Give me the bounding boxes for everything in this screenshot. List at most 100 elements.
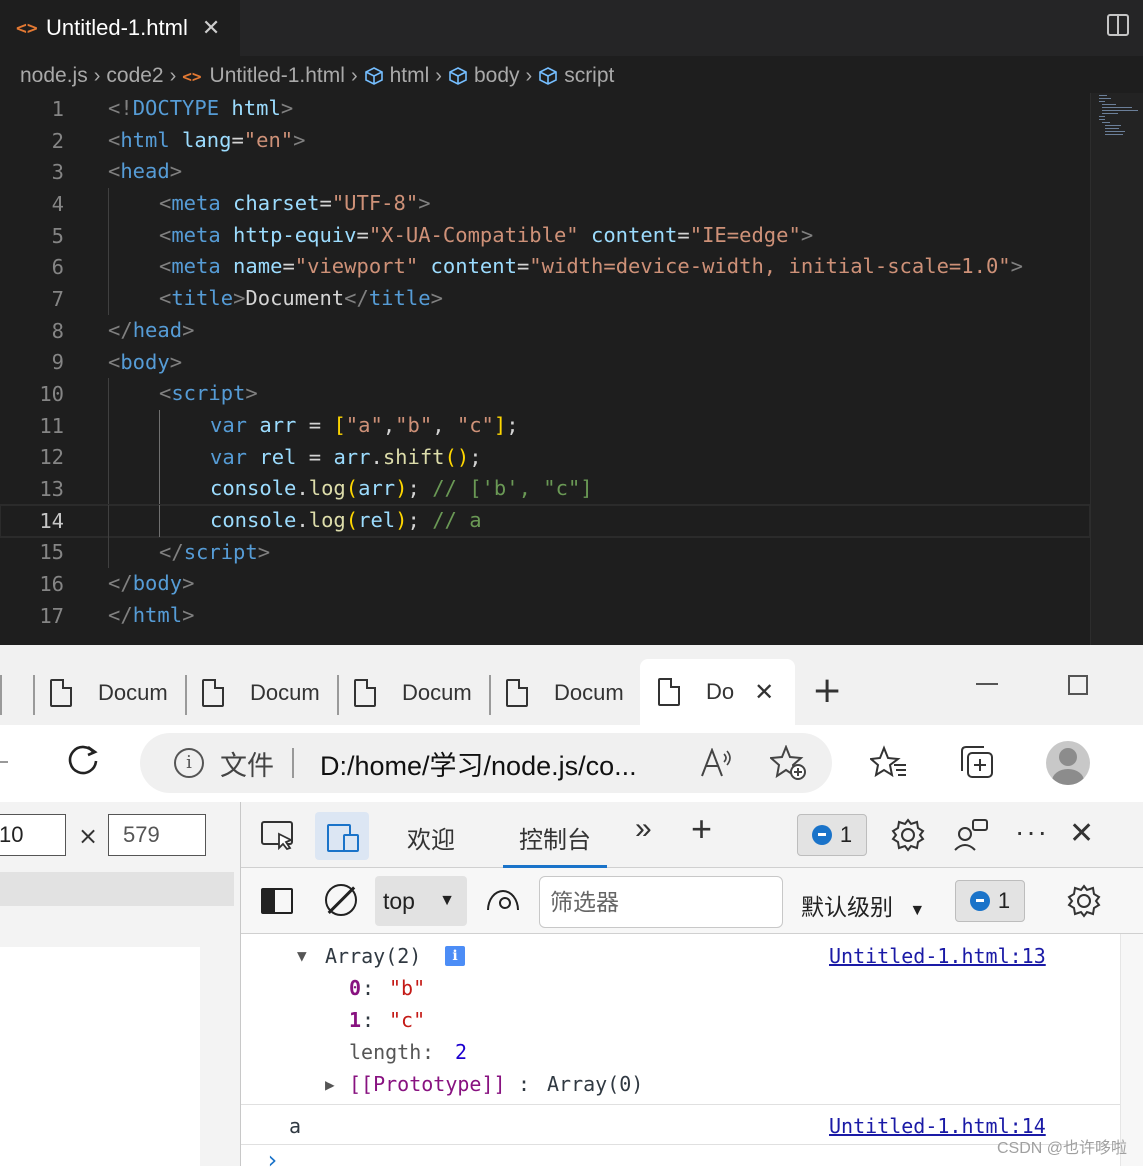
page-viewport-area: 10 × 579 [0,802,240,1166]
source-link[interactable]: Untitled-1.html:13 [829,944,1046,968]
collections-icon[interactable] [958,745,998,781]
breadcrumb-item-html[interactable]: html [390,64,430,88]
code-token: var [210,444,248,469]
breadcrumb-item-body[interactable]: body [474,64,520,88]
expand-triangle-right-icon[interactable]: ▶ [325,1075,335,1094]
code-line[interactable]: 10 <script> [0,378,1090,410]
code-token: > [182,571,195,596]
issues-badge[interactable]: 1 [797,814,867,856]
code-line[interactable]: 9 <body> [0,347,1090,379]
breadcrumb-item-nodejs[interactable]: node.js [20,64,88,88]
code-line[interactable]: 6 <meta name="viewport" content="width=d… [0,251,1090,284]
console-sidebar-toggle-icon[interactable] [261,888,293,914]
code-token: title [171,286,234,311]
device-emulation-icon[interactable] [315,812,369,860]
prototype-value: Array(0) [547,1072,644,1096]
browser-tab-active[interactable]: Do ✕ [640,659,795,725]
message-icon [969,891,990,911]
line-number: 6 [51,255,64,280]
console-filter-input[interactable] [539,876,783,928]
code-line[interactable]: 5 <meta http-equiv="X-UA-Compatible" con… [0,219,1090,252]
length-key: length [349,1040,422,1064]
close-devtools-icon[interactable]: ✕ [1069,816,1094,851]
code-token: ( [345,507,359,532]
context-selector[interactable]: top ▼ [375,876,467,926]
site-info-label[interactable]: 文件 [220,744,274,783]
code-line[interactable]: 12 var rel = arr.shift(); [0,441,1090,474]
code-token: title [368,286,431,311]
code-line[interactable]: 8 </head> [0,315,1090,347]
url-text[interactable]: D:/home/学习/node.js/co... [320,744,637,783]
more-options-icon[interactable]: ··· [1015,816,1049,848]
page-viewport[interactable] [0,947,200,1166]
code-line[interactable]: 7 <title>Document</title> [0,283,1090,315]
code-token: ; [407,507,433,532]
favorites-icon[interactable] [870,745,910,781]
browser-tab[interactable]: Docum [202,673,330,713]
more-tabs-icon[interactable]: » [635,812,652,846]
log-level-selector[interactable]: 默认级别 ▼ [801,888,925,922]
device-height-input[interactable]: 579 [108,814,206,856]
minimize-button[interactable] [976,683,998,685]
console-issues-badge[interactable]: 1 [955,880,1025,922]
code-token: = [296,412,334,437]
tab-welcome[interactable]: 欢迎 [407,820,455,855]
console-settings-gear-icon[interactable] [1067,884,1101,918]
split-editor-icon[interactable] [1107,14,1129,36]
code-line[interactable]: 17 </html> [0,600,1090,632]
breadcrumb-item-script[interactable]: script [564,64,614,88]
browser-tab[interactable]: Docum [506,673,634,713]
back-arrow-icon[interactable] [0,761,8,765]
code-editor[interactable]: <> Untitled-1.html ✕ node.js › code2 › <… [0,0,1143,645]
minimap[interactable] [1090,93,1143,645]
close-icon[interactable]: ✕ [202,16,220,41]
refresh-icon[interactable] [64,741,102,779]
code-line[interactable]: 1 <!DOCTYPE html> [0,93,1090,125]
line-number: 1 [51,96,64,121]
live-expression-eye-icon[interactable] [487,890,519,910]
code-line[interactable]: 13 console.log(arr); // ['b', "c"] [0,473,1090,505]
browser-tab[interactable]: Docum [50,673,178,713]
device-width-input[interactable]: 10 [0,814,66,856]
clear-console-icon[interactable] [325,884,357,916]
indent-guide [159,473,160,505]
tab-console[interactable]: 控制台 [503,820,607,868]
issues-count: 1 [997,888,1011,913]
console-prompt-icon[interactable]: › [265,1146,279,1174]
code-line[interactable]: 16 </body> [0,568,1090,600]
code-line[interactable]: 4 <meta charset="UTF-8"> [0,188,1090,220]
code-area[interactable]: 1 <!DOCTYPE html> 2 <html lang="en"> 3 <… [0,93,1091,632]
code-line[interactable]: 15 </script> [0,536,1090,569]
info-badge-icon[interactable]: i [445,946,465,966]
line-content: <script> [159,378,258,410]
code-line[interactable]: 3 <head> [0,156,1090,188]
code-token: script [183,539,258,564]
info-icon[interactable]: i [174,748,204,778]
breadcrumb-item-file[interactable]: Untitled-1.html [210,64,345,88]
code-token: ; [506,412,519,437]
new-tab-button[interactable]: + [812,671,842,711]
add-tab-button[interactable]: + [691,808,712,850]
browser-tab[interactable]: Docum [354,673,482,713]
customize-devtools-icon[interactable] [953,818,989,852]
settings-gear-icon[interactable] [891,818,925,852]
console-output[interactable]: ▼ Array(2) i Untitled-1.html:13 0 : "b" … [241,934,1121,1174]
address-bar[interactable]: i 文件 D:/home/学习/node.js/co... [140,733,832,793]
length-value: 2 [455,1040,468,1064]
expand-triangle-icon[interactable]: ▼ [297,946,307,965]
code-line-current[interactable]: 14 console.log(rel); // a [0,503,1091,538]
read-aloud-icon[interactable] [700,748,734,778]
close-tab-icon[interactable]: ✕ [754,678,774,707]
code-line[interactable]: 11 var arr = ["a","b", "c"]; [0,409,1090,442]
console-scrollbar[interactable] [1120,934,1143,1166]
inspect-element-icon[interactable] [261,820,295,850]
prototype-key[interactable]: [[Prototype]] [349,1072,506,1096]
tab-separator [337,675,339,715]
add-favorite-icon[interactable] [770,745,808,781]
breadcrumb-item-code2[interactable]: code2 [106,64,163,88]
maximize-button[interactable] [1068,675,1088,695]
code-line[interactable]: 2 <html lang="en"> [0,125,1090,157]
profile-avatar[interactable] [1046,741,1090,785]
editor-tab-untitled-1[interactable]: <> Untitled-1.html ✕ [0,0,240,56]
array-preview[interactable]: Array(2) [325,944,421,968]
